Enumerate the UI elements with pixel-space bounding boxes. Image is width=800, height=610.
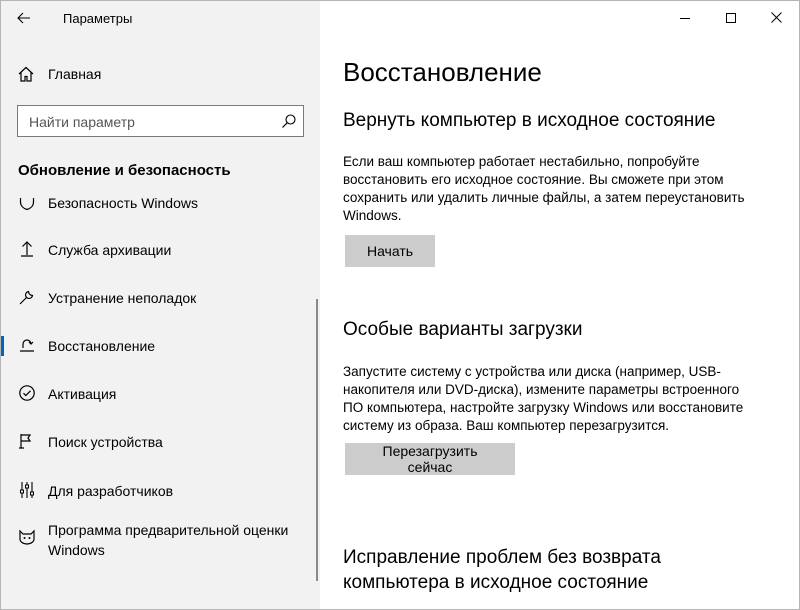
app-title: Параметры <box>63 11 133 26</box>
recovery-icon <box>20 339 34 352</box>
close-icon <box>770 12 782 23</box>
home-icon <box>18 66 34 82</box>
sidebar-item-activation[interactable]: Активация <box>1 374 320 414</box>
find-device-icon <box>19 434 32 449</box>
wrench-icon <box>19 290 34 305</box>
minimize-button[interactable] <box>662 1 708 34</box>
fix-problems-heading: Исправление проблем без возврата компьют… <box>343 547 661 593</box>
nav-home[interactable]: Главная <box>1 59 320 89</box>
check-circle-icon <box>19 385 35 401</box>
sidebar-item-label: Активация <box>48 386 117 402</box>
sidebar-item-label: Программа предварительной оценки Windows <box>48 522 289 558</box>
sidebar-scrollbar[interactable] <box>316 299 318 581</box>
sidebar: Параметры Главная Обновление и безопасно… <box>1 1 320 609</box>
nav-home-label: Главная <box>48 66 102 82</box>
advanced-startup-heading: Особые варианты загрузки <box>343 319 583 340</box>
search-icon[interactable] <box>281 113 297 129</box>
back-arrow-icon <box>17 12 30 24</box>
page-title: Восстановление <box>343 57 542 87</box>
insider-cat-icon <box>19 529 35 545</box>
close-button[interactable] <box>753 1 799 34</box>
active-indicator <box>1 336 4 356</box>
reset-start-button[interactable]: Начать <box>345 235 435 267</box>
section-title: Обновление и безопасность <box>18 162 231 179</box>
sidebar-item-label: Для разработчиков <box>48 483 174 499</box>
sidebar-item-backup[interactable]: Служба архивации <box>1 230 320 270</box>
sidebar-item-find-device[interactable]: Поиск устройства <box>1 422 320 462</box>
scroll-mask <box>1 183 320 198</box>
sidebar-item-label: Служба архивации <box>48 242 172 258</box>
maximize-button[interactable] <box>708 1 754 34</box>
sidebar-item-label: Восстановление <box>48 338 156 354</box>
sidebar-item-recovery[interactable]: Восстановление <box>1 326 320 366</box>
sidebar-item-insider[interactable]: Программа предварительной оценки Windows <box>1 518 320 568</box>
title-bar: Параметры <box>1 1 320 34</box>
advanced-startup-description: Запустите систему с устройства или диска… <box>343 364 744 433</box>
search-input[interactable] <box>18 106 281 138</box>
reset-description: Если ваш компьютер работает нестабильно,… <box>343 154 745 223</box>
backup-arrow-icon <box>21 241 33 257</box>
sidebar-item-troubleshoot[interactable]: Устранение неполадок <box>1 278 320 318</box>
minimize-icon <box>680 17 690 19</box>
restart-now-button[interactable]: Перезагрузить сейчас <box>345 443 515 475</box>
developer-sliders-icon <box>20 482 34 498</box>
sidebar-item-developers[interactable]: Для разработчиков <box>1 471 320 511</box>
sidebar-item-label: Поиск устройства <box>48 434 163 450</box>
sidebar-item-label: Устранение неполадок <box>48 290 197 306</box>
maximize-icon <box>726 12 736 23</box>
main-content: Восстановление Вернуть компьютер в исход… <box>321 1 799 609</box>
reset-heading: Вернуть компьютер в исходное состояние <box>343 110 716 131</box>
search-box <box>17 105 304 138</box>
back-button[interactable] <box>9 5 39 31</box>
